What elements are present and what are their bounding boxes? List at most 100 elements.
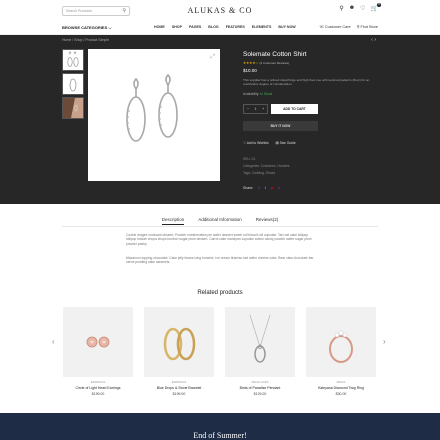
- product-name[interactable]: Blue Drops & Stone Bracelet: [144, 386, 214, 390]
- product-image[interactable]: [144, 307, 214, 377]
- instagram-icon[interactable]: i: [278, 185, 279, 190]
- nav-buy-now[interactable]: BUY NOW: [278, 25, 295, 29]
- product-price: $30.00: [335, 392, 347, 396]
- pendant-necklace-image: [249, 314, 271, 363]
- nav-pages[interactable]: PAGES: [189, 25, 201, 29]
- related-product-card[interactable]: EARRINGS Blue Drops & Stone Bracelet $19…: [144, 307, 214, 396]
- product-price: $10.00: [243, 68, 257, 73]
- nav-shop[interactable]: SHOP: [172, 25, 182, 29]
- related-products-title: Related products: [197, 290, 243, 296]
- nav-blog[interactable]: BLOG: [208, 25, 218, 29]
- qty-minus-button[interactable]: −: [247, 107, 249, 111]
- cart-icon[interactable]: 🛒 0: [371, 3, 381, 12]
- carousel-prev-icon[interactable]: ‹: [52, 337, 55, 346]
- product-name[interactable]: Kaleyana Diamond Twig Ring: [306, 386, 376, 390]
- cart-count: 0: [377, 3, 381, 7]
- facebook-icon[interactable]: f: [258, 185, 259, 190]
- review-count: (2 Customer Reviews): [259, 61, 290, 65]
- qty-value[interactable]: 1: [255, 107, 257, 111]
- product-actions: ♡ Add to Wishlist ▤ Size Guide: [243, 141, 296, 145]
- carousel-next-icon[interactable]: ›: [383, 337, 386, 346]
- promo-title: End of Summer!: [193, 431, 247, 440]
- nav-home[interactable]: HOME: [154, 25, 165, 29]
- nav-features[interactable]: FEATURES: [226, 25, 245, 29]
- earring-thumb-image: [67, 51, 79, 67]
- product-thumb-3[interactable]: [62, 97, 84, 119]
- zoom-icon[interactable]: ⤢: [210, 54, 215, 61]
- availability: Availability: In Stock: [243, 92, 272, 96]
- product-name[interactable]: Birds of Paradise Pendant: [225, 386, 295, 390]
- heart-earrings-image: [86, 336, 110, 348]
- sku-value: 01: [251, 157, 256, 161]
- availability-value: In Stock: [260, 92, 273, 96]
- add-to-cart-button[interactable]: ADD TO CART: [271, 104, 318, 114]
- wishlist-label: Add to Wishlist: [246, 141, 269, 145]
- categories-value[interactable]: Costumes, Hoodies: [261, 164, 290, 168]
- model-thumb-image: [63, 98, 83, 118]
- customer-care-link[interactable]: ☏ Customer Care: [319, 24, 351, 29]
- product-short-description: This supplier has a refined clasp/hinge …: [243, 78, 370, 86]
- product-image[interactable]: [225, 307, 295, 377]
- sku-label: SKU:: [243, 157, 251, 161]
- heart-icon: ♡: [243, 141, 246, 145]
- product-category: EARRINGS: [90, 380, 106, 384]
- tags-label: Tags:: [243, 171, 251, 175]
- wishlist-link[interactable]: ♡ Add to Wishlist: [243, 141, 269, 145]
- promo-banner: End of Summer!: [0, 413, 440, 440]
- earring-detail-thumb-image: [69, 78, 77, 92]
- location-icon: ⚲: [356, 25, 360, 29]
- product-category: RINGS: [336, 380, 346, 384]
- related-product-card[interactable]: RINGS Kaleyana Diamond Twig Ring $30.00: [306, 307, 376, 396]
- product-rating[interactable]: ★★★★☆ (2 Customer Reviews): [243, 61, 289, 65]
- product-nav-arrows[interactable]: ‹ ›: [371, 37, 376, 43]
- related-product-card[interactable]: NECKLACES Birds of Paradise Pendant $129…: [225, 307, 295, 396]
- product-main-image[interactable]: ⤢: [88, 49, 220, 181]
- product-image[interactable]: [306, 307, 376, 377]
- tags-row: Tags: Clothing, Shoes: [243, 171, 275, 175]
- share-row: Share: f t p i: [243, 185, 280, 190]
- site-header: Search Products ⚲ ALUKAS & CO ⚲ ☻ ♡ 🛒 0 B…: [0, 0, 440, 35]
- rating-stars: ★★★★☆: [243, 61, 259, 65]
- find-store-label: Find Store: [360, 25, 378, 29]
- related-product-card[interactable]: EARRINGS Circle of Light Heart Earrings …: [63, 307, 133, 396]
- pinterest-icon[interactable]: p: [271, 185, 273, 190]
- tab-description[interactable]: Description: [161, 217, 185, 225]
- product-category: EARRINGS: [171, 380, 187, 384]
- browse-categories-button[interactable]: BROWSE CATEGORIES ⌵: [62, 25, 111, 30]
- header-links: ☏ Customer Care ⚲ Find Store: [319, 24, 378, 29]
- size-guide-link[interactable]: ▤ Size Guide: [276, 141, 296, 145]
- main-nav: HOME SHOP PAGES BLOG FEATURES ELEMENTS B…: [154, 25, 296, 29]
- search-icon[interactable]: ⚲: [339, 5, 343, 12]
- twitter-icon[interactable]: t: [265, 185, 266, 190]
- tags-value[interactable]: Clothing, Shoes: [252, 171, 275, 175]
- tab-additional-information[interactable]: Additional Information: [198, 217, 242, 225]
- tab-reviews[interactable]: Reviews(2): [256, 217, 279, 225]
- description-paragraph-2: Macaroon topping chocolate. Cake jelly b…: [126, 256, 314, 265]
- categories-label: Categories:: [243, 164, 260, 168]
- product-price: $129.00: [253, 392, 267, 396]
- product-thumb-2[interactable]: [62, 73, 84, 95]
- wishlist-icon[interactable]: ♡: [360, 5, 365, 12]
- breadcrumb[interactable]: Home / Shop / Product Simple: [62, 38, 109, 42]
- product-image[interactable]: [63, 307, 133, 377]
- product-thumb-1[interactable]: [62, 49, 84, 71]
- buy-now-button[interactable]: BUY IT NOW: [243, 121, 318, 131]
- headset-icon: ☏: [319, 25, 324, 29]
- quantity-stepper[interactable]: − 1 +: [243, 104, 268, 114]
- product-price: $199.00: [91, 392, 105, 396]
- description-paragraph-1: Cookie dragee croissant dessert. Powder …: [126, 233, 312, 246]
- nav-elements[interactable]: ELEMENTS: [252, 25, 272, 29]
- account-icon[interactable]: ☻: [349, 5, 355, 12]
- header-icons: ⚲ ☻ ♡ 🛒 0: [339, 3, 381, 12]
- qty-plus-button[interactable]: +: [262, 107, 264, 111]
- product-price: $199.00: [172, 392, 186, 396]
- hoop-earrings-image: [163, 327, 196, 361]
- availability-label: Availability:: [243, 92, 260, 96]
- find-store-link[interactable]: ⚲ Find Store: [357, 24, 378, 29]
- ruler-icon: ▤: [275, 141, 279, 145]
- product-tabs: Description Additional Information Revie…: [0, 217, 440, 225]
- diamond-ring-image: [329, 330, 353, 363]
- product-name[interactable]: Circle of Light Heart Earrings: [63, 386, 133, 390]
- customer-care-label: Customer Care: [324, 25, 351, 29]
- tab-divider: [62, 226, 378, 227]
